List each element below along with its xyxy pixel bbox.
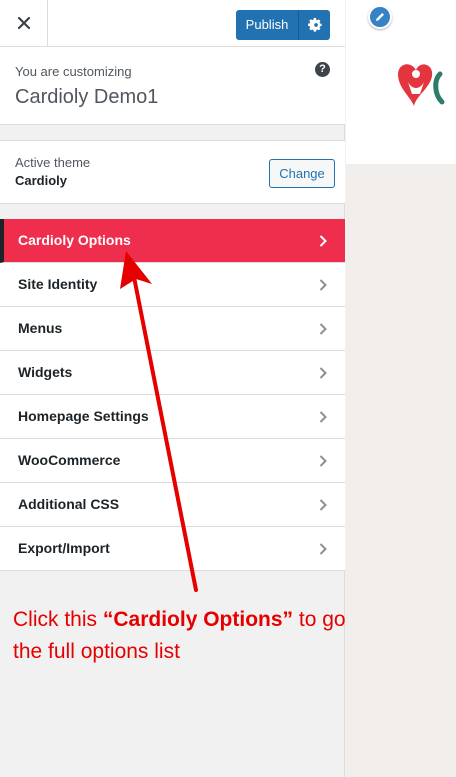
preview-header: [346, 0, 456, 164]
site-logo: [398, 64, 445, 106]
edit-shortcut-button[interactable]: [368, 5, 392, 29]
active-theme-label: Active theme: [15, 155, 91, 170]
close-icon: [17, 17, 30, 29]
chevron-right-icon: [319, 411, 327, 423]
menu-item-label: Menus: [18, 320, 63, 336]
chevron-right-icon: [319, 279, 327, 291]
menu-item-label: Cardioly Options: [18, 232, 131, 248]
annotation-highlight: “Cardioly Options”: [102, 608, 294, 631]
customizing-label: You are customizing: [15, 64, 132, 79]
annotation-before: Click this: [13, 608, 103, 631]
customizer-header: Publish: [0, 0, 345, 47]
chevron-right-icon: [319, 499, 327, 511]
gear-icon: [307, 18, 322, 32]
close-button[interactable]: [0, 0, 48, 46]
customizing-info: You are customizing Cardioly Demo1 ?: [0, 47, 345, 125]
publish-settings-button[interactable]: [299, 10, 330, 40]
menu-item-label: Export/Import: [18, 540, 110, 556]
menu-item-homepage-settings[interactable]: Homepage Settings: [0, 395, 345, 439]
menu-item-woocommerce[interactable]: WooCommerce: [0, 439, 345, 483]
menu-item-label: Site Identity: [18, 276, 98, 292]
menu-item-label: Homepage Settings: [18, 408, 149, 424]
menu-item-label: Widgets: [18, 364, 73, 380]
menu-item-label: WooCommerce: [18, 452, 121, 468]
chevron-right-icon: [319, 323, 327, 335]
publish-button[interactable]: Publish: [236, 10, 299, 40]
active-theme-name: Cardioly: [15, 173, 68, 188]
site-title: Cardioly Demo1: [15, 86, 159, 108]
menu-item-widgets[interactable]: Widgets: [0, 351, 345, 395]
annotation-text: Click this “Cardioly Options” to go to t…: [13, 604, 373, 668]
site-preview: [346, 0, 456, 777]
help-icon[interactable]: ?: [315, 62, 330, 77]
publish-button-group: Publish: [236, 10, 330, 40]
customizer-menu: Cardioly Options Site Identity Menus Wid…: [0, 219, 345, 571]
customizer-panel: Publish You are customizing Cardioly Dem…: [0, 0, 369, 777]
change-theme-button[interactable]: Change: [269, 159, 335, 188]
menu-item-cardioly-options[interactable]: Cardioly Options: [0, 219, 345, 263]
menu-item-site-identity[interactable]: Site Identity: [0, 263, 345, 307]
chevron-right-icon: [319, 543, 327, 555]
active-theme-section: Active theme Cardioly Change: [0, 140, 345, 204]
chevron-right-icon: [319, 235, 327, 247]
menu-item-export-import[interactable]: Export/Import: [0, 527, 345, 571]
menu-item-label: Additional CSS: [18, 496, 120, 512]
menu-item-menus[interactable]: Menus: [0, 307, 345, 351]
menu-item-additional-css[interactable]: Additional CSS: [0, 483, 345, 527]
chevron-right-icon: [319, 455, 327, 467]
pencil-icon: [376, 13, 384, 21]
chevron-right-icon: [319, 367, 327, 379]
